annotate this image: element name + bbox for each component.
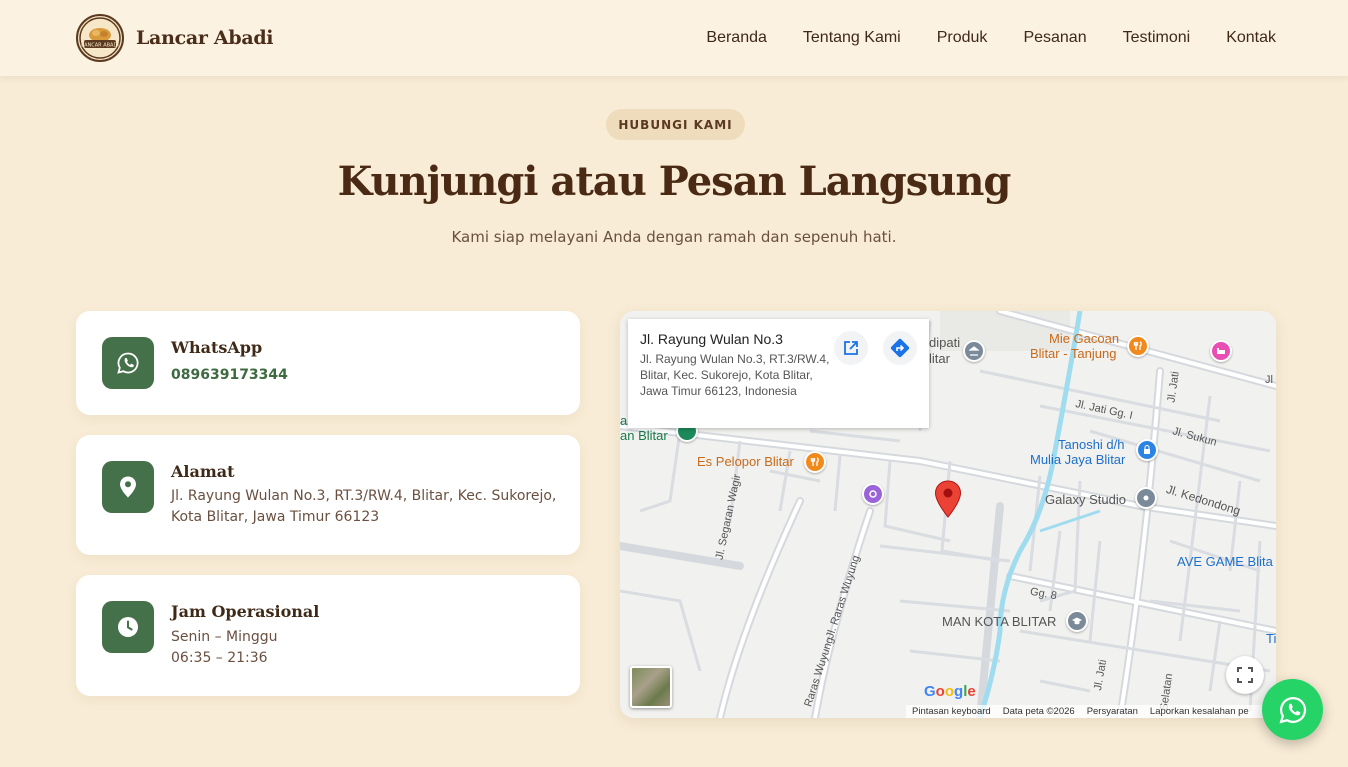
brand-name[interactable]: Lancar Abadi	[136, 27, 274, 49]
location-marker-icon[interactable]	[934, 480, 962, 522]
whatsapp-card[interactable]: WhatsApp 089639173344	[76, 311, 580, 415]
shopping-pin-icon[interactable]	[862, 483, 884, 505]
clock-icon	[102, 601, 154, 653]
google-logo: Google	[924, 683, 976, 700]
place-edge-label: Ti	[1266, 631, 1276, 646]
fullscreen-icon	[1237, 667, 1253, 683]
satellite-toggle-button[interactable]	[630, 666, 672, 708]
whatsapp-floating-button[interactable]	[1262, 679, 1323, 740]
section-title: Kunjungi atau Pesan Langsung	[337, 158, 1012, 205]
nav-tentang-kami[interactable]: Tentang Kami	[803, 29, 901, 47]
place-mie-gacoan-2[interactable]: Blitar - Tanjung	[1030, 346, 1116, 361]
map-data-text: Data peta ©2026	[1002, 706, 1075, 717]
place-galaxy-studio[interactable]: Galaxy Studio	[1045, 492, 1126, 507]
studio-pin-icon[interactable]	[1135, 487, 1157, 509]
place-an-blitar[interactable]: an Blitar	[620, 428, 668, 443]
nav-beranda[interactable]: Beranda	[706, 29, 767, 47]
address-line-1: Jl. Rayung Wulan No.3, RT.3/RW.4, Blitar…	[171, 488, 557, 504]
hours-title: Jam Operasional	[171, 602, 320, 621]
terms-link[interactable]: Persyaratan	[1087, 706, 1138, 717]
school-pin-icon[interactable]	[1066, 610, 1088, 632]
place-tanoshi-2[interactable]: Mulia Jaya Blitar	[1030, 452, 1125, 467]
place-dipati-2[interactable]: litar	[929, 351, 950, 366]
place-ave-game[interactable]: AVE GAME Blita	[1177, 554, 1273, 569]
brand[interactable]: LANCAR ABADI Lancar Abadi	[76, 14, 274, 62]
road-jl-right: Jl	[1265, 374, 1273, 386]
keyboard-shortcuts-link[interactable]: Pintasan keyboard	[912, 706, 991, 717]
whatsapp-number[interactable]: 089639173344	[171, 365, 561, 386]
external-link-icon	[844, 341, 858, 355]
section-subtitle: Kami siap melayani Anda dengan ramah dan…	[451, 228, 897, 246]
place-es-pelopor[interactable]: Es Pelopor Blitar	[697, 454, 794, 469]
directions-icon	[890, 338, 910, 358]
whatsapp-fab-icon	[1279, 696, 1306, 723]
main-nav: Beranda Tentang Kami Produk Pesanan Test…	[706, 29, 1276, 47]
logo-emblem-icon: LANCAR ABADI	[79, 17, 121, 59]
site-header: LANCAR ABADI Lancar Abadi Beranda Tentan…	[0, 0, 1348, 76]
address-line-2: Kota Blitar, Jawa Timur 66123	[171, 509, 380, 525]
place-tanoshi-1[interactable]: Tanoshi d/h	[1058, 437, 1125, 452]
map-info-address: Jl. Rayung Wulan No.3, RT.3/RW.4, Blitar…	[640, 352, 830, 398]
restaurant-pin-icon[interactable]	[1127, 335, 1149, 357]
map-info-title: Jl. Rayung Wulan No.3	[640, 331, 783, 347]
nav-produk[interactable]: Produk	[937, 29, 988, 47]
hours-days: Senin – Minggu	[171, 629, 278, 645]
place-man-kota[interactable]: MAN KOTA BLITAR	[942, 614, 1056, 629]
hours-time: 06:35 – 21:36	[171, 650, 268, 666]
fullscreen-button[interactable]	[1226, 656, 1264, 694]
hours-card: Jam Operasional Senin – Minggu 06:35 – 2…	[76, 575, 580, 696]
directions-button[interactable]	[883, 331, 917, 365]
address-card: Alamat Jl. Rayung Wulan No.3, RT.3/RW.4,…	[76, 435, 580, 555]
embedded-map[interactable]: Mie Gacoan Blitar - Tanjung dipati litar…	[620, 311, 1276, 718]
nav-kontak[interactable]: Kontak	[1226, 29, 1276, 47]
place-dipati-1[interactable]: dipati	[929, 335, 960, 350]
restaurant-pin-icon-2[interactable]	[804, 451, 826, 473]
nav-testimoni[interactable]: Testimoni	[1123, 29, 1191, 47]
address-title: Alamat	[171, 462, 235, 481]
section-badge: HUBUNGI KAMI	[606, 109, 745, 140]
open-in-maps-button[interactable]	[834, 331, 868, 365]
place-mie-gacoan-1[interactable]: Mie Gacoan	[1049, 331, 1119, 346]
store-pin-icon[interactable]	[1136, 439, 1158, 461]
whatsapp-icon	[102, 337, 154, 389]
report-error-link[interactable]: Laporkan kesalahan pe	[1150, 706, 1249, 717]
whatsapp-title: WhatsApp	[171, 338, 263, 357]
brand-logo[interactable]: LANCAR ABADI	[76, 14, 124, 62]
map-attribution: Pintasan keyboard Data peta ©2026 Persya…	[906, 705, 1276, 718]
map-info-card: Jl. Rayung Wulan No.3 Jl. Rayung Wulan N…	[628, 319, 929, 428]
nav-pesanan[interactable]: Pesanan	[1023, 29, 1086, 47]
logo-text: LANCAR ABADI	[81, 43, 119, 49]
location-pin-icon	[102, 461, 154, 513]
building-pin-icon[interactable]	[963, 340, 985, 362]
hotel-pin-icon[interactable]	[1210, 340, 1232, 362]
